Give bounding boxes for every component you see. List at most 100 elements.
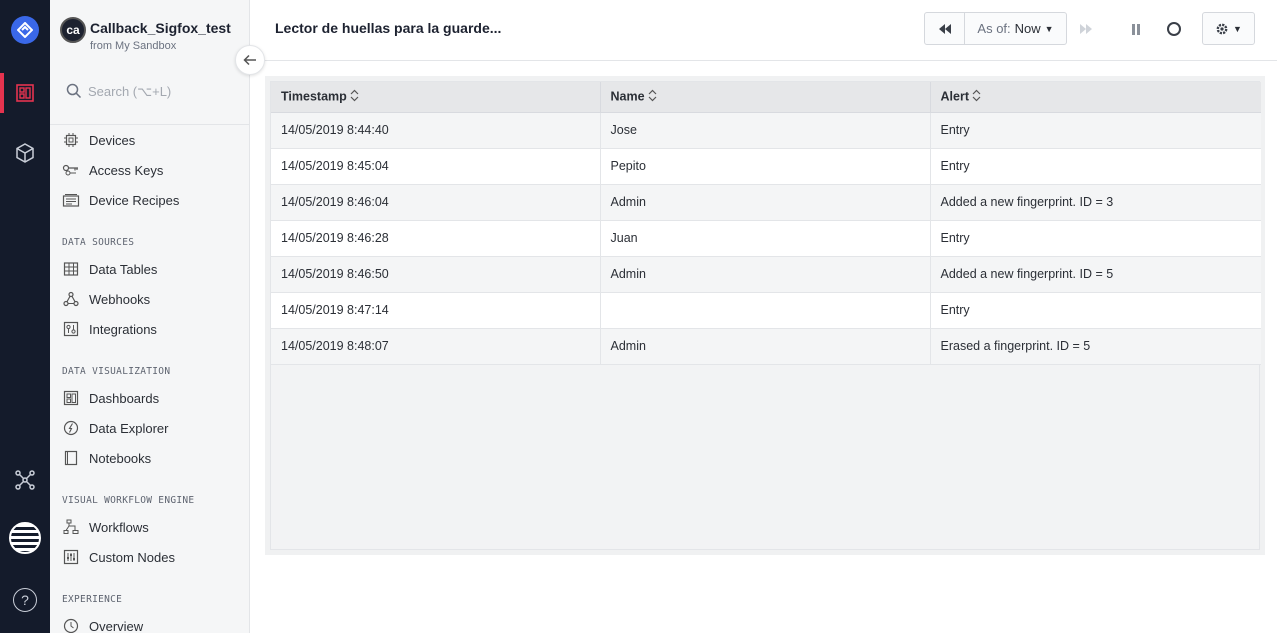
sidebar-item-dashboards[interactable]: Dashboards xyxy=(62,386,242,410)
sidebar-item-label: Data Tables xyxy=(89,261,158,277)
column-header-name[interactable]: Name xyxy=(600,82,931,113)
sidebar-item-devices[interactable]: Devices xyxy=(62,128,242,152)
sidebar-item-webhooks[interactable]: Webhooks xyxy=(62,287,242,311)
alert-cell: Added a new fingerprint. ID = 5 xyxy=(930,256,1261,293)
compass-icon xyxy=(62,419,80,437)
as-of-label: As of: xyxy=(977,21,1011,36)
workflow-icon xyxy=(62,518,80,536)
alert-cell: Entry xyxy=(930,112,1261,149)
rewind-icon xyxy=(938,23,951,34)
dashboard-rail-icon[interactable] xyxy=(13,81,37,105)
application-header[interactable]: ca Callback_Sigfox_test from My Sandbox xyxy=(60,16,239,56)
table-row: 14/05/2019 8:47:14 Entry xyxy=(271,292,1261,329)
left-rail: ? xyxy=(0,0,50,633)
sliders-icon xyxy=(62,548,80,566)
sidebar-item-label: Data Explorer xyxy=(89,420,169,436)
help-icon[interactable]: ? xyxy=(13,588,37,612)
sidebar-item-label: Workflows xyxy=(89,519,149,535)
name-cell: Pepito xyxy=(600,148,931,185)
table-row: 14/05/2019 8:46:28 Juan Entry xyxy=(271,220,1261,257)
collapse-sidebar-button[interactable] xyxy=(235,45,265,75)
sidebar-item-custom-nodes[interactable]: Custom Nodes xyxy=(62,545,242,569)
as-of-value: Now xyxy=(1014,21,1041,36)
name-cell: Jose xyxy=(600,112,931,149)
sidebar-item-data-explorer[interactable]: Data Explorer xyxy=(62,416,242,440)
sidebar-item-data-tables[interactable]: Data Tables xyxy=(62,257,242,281)
losant-logo-icon[interactable] xyxy=(11,16,39,44)
alert-cell: Erased a fingerprint. ID = 5 xyxy=(930,328,1261,365)
settings-dropdown[interactable]: ▼ xyxy=(1202,12,1255,45)
recipes-icon xyxy=(62,191,80,209)
sidebar-item-device-recipes[interactable]: Device Recipes xyxy=(62,188,242,212)
name-cell: Admin xyxy=(600,328,931,365)
network-icon[interactable] xyxy=(13,468,37,492)
table-row: 14/05/2019 8:45:04 Pepito Entry xyxy=(271,148,1261,185)
loading-spinner-icon xyxy=(1164,19,1184,39)
sidebar-item-access-keys[interactable]: Access Keys xyxy=(62,158,242,182)
column-header-label: Timestamp xyxy=(281,89,347,104)
search-input[interactable] xyxy=(88,80,238,102)
sidebar-item-notebooks[interactable]: Notebooks xyxy=(62,446,242,470)
sidebar-item-integrations[interactable]: Integrations xyxy=(62,317,242,341)
fast-forward-icon[interactable] xyxy=(1076,19,1096,39)
section-title-visual-workflow-engine: VISUAL WORKFLOW ENGINE xyxy=(62,495,195,506)
webhook-icon xyxy=(62,290,80,308)
timestamp-cell: 14/05/2019 8:48:07 xyxy=(271,328,601,365)
app-avatar: ca xyxy=(60,17,86,43)
name-cell: Juan xyxy=(600,220,931,257)
sidebar-item-label: Integrations xyxy=(89,321,157,337)
chevron-down-icon: ▼ xyxy=(1233,23,1242,34)
section-title-data-sources: DATA SOURCES xyxy=(62,237,135,248)
rewind-button[interactable] xyxy=(924,12,965,45)
pause-icon[interactable] xyxy=(1126,19,1146,39)
search-bar xyxy=(50,70,249,125)
column-header-alert[interactable]: Alert xyxy=(930,82,1261,113)
app-name: Callback_Sigfox_test xyxy=(90,20,231,36)
user-avatar[interactable] xyxy=(9,522,41,554)
search-icon xyxy=(66,83,82,104)
timestamp-cell: 14/05/2019 8:46:28 xyxy=(271,220,601,257)
timestamp-cell: 14/05/2019 8:47:14 xyxy=(271,292,601,329)
sidebar-item-workflows[interactable]: Workflows xyxy=(62,515,242,539)
gear-icon xyxy=(1216,23,1228,34)
data-table-container: Timestamp Name Alert 14/05/2019 8:44:40 … xyxy=(270,81,1261,550)
chevron-down-icon: ▼ xyxy=(1044,23,1054,34)
column-header-label: Name xyxy=(610,89,645,104)
table-icon xyxy=(62,260,80,278)
rail-active-indicator xyxy=(0,73,4,113)
integrations-icon xyxy=(62,320,80,338)
timestamp-cell: 14/05/2019 8:46:50 xyxy=(271,256,601,293)
section-title-data-visualization: DATA VISUALIZATION xyxy=(62,366,171,377)
name-cell: Admin xyxy=(600,256,931,293)
timestamp-cell: 14/05/2019 8:45:04 xyxy=(271,148,601,185)
timestamp-cell: 14/05/2019 8:44:40 xyxy=(271,112,601,149)
sidebar: ca Callback_Sigfox_test from My Sandbox … xyxy=(50,0,250,633)
name-cell xyxy=(600,292,931,329)
sidebar-item-label: Access Keys xyxy=(89,162,164,178)
section-title-experience: EXPERIENCE xyxy=(62,594,123,605)
notebook-icon xyxy=(62,449,80,467)
name-cell: Admin xyxy=(600,184,931,221)
sort-icon xyxy=(972,89,981,105)
arrow-left-icon xyxy=(243,54,256,66)
overview-icon xyxy=(62,617,80,633)
sidebar-item-label: Dashboards xyxy=(89,390,160,406)
cube-icon[interactable] xyxy=(13,141,37,165)
sidebar-item-label: Webhooks xyxy=(89,291,151,307)
page-header: Lector de huellas para la guarde... As o… xyxy=(250,0,1277,61)
alert-cell: Added a new fingerprint. ID = 3 xyxy=(930,184,1261,221)
sidebar-item-overview[interactable]: Overview xyxy=(62,614,242,633)
table-block: Timestamp Name Alert 14/05/2019 8:44:40 … xyxy=(265,76,1265,555)
as-of-dropdown[interactable]: As of: Now ▼ xyxy=(964,12,1067,45)
keys-icon xyxy=(62,161,80,179)
table-row: 14/05/2019 8:48:07 Admin Erased a finger… xyxy=(271,328,1261,365)
alert-cell: Entry xyxy=(930,220,1261,257)
sort-icon xyxy=(350,89,359,105)
alert-cell: Entry xyxy=(930,148,1261,185)
app-source: from My Sandbox xyxy=(90,40,177,52)
column-header-timestamp[interactable]: Timestamp xyxy=(271,82,601,113)
table-header-row: Timestamp Name Alert xyxy=(271,82,1261,113)
sort-icon xyxy=(648,89,657,105)
page-title: Lector de huellas para la guarde... xyxy=(275,20,502,36)
sidebar-item-label: Overview xyxy=(89,618,144,633)
